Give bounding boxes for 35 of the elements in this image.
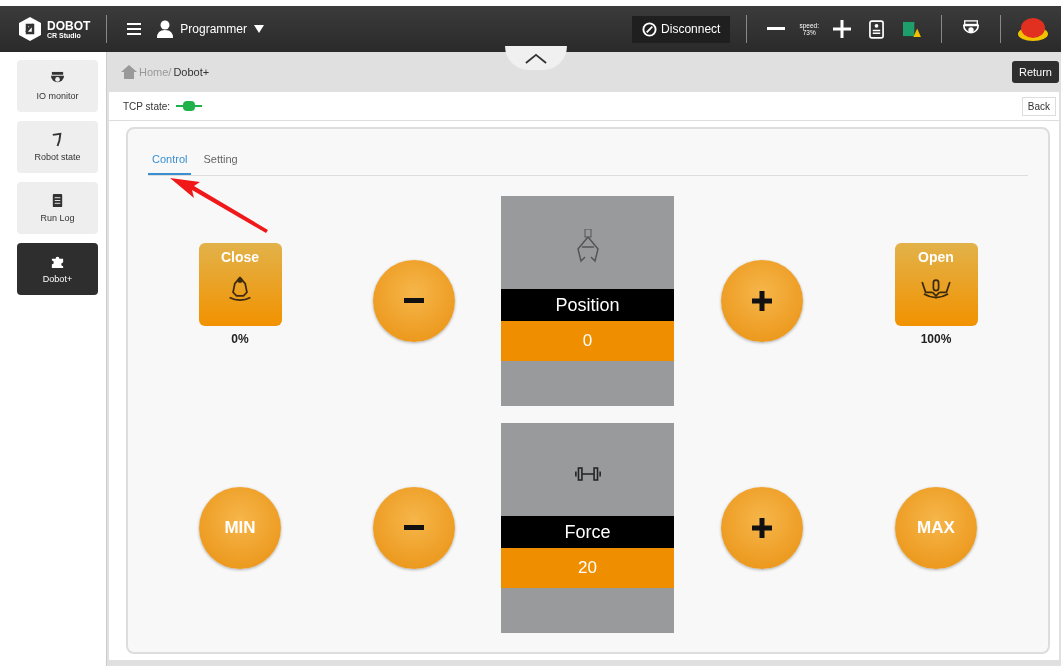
display-value: 20: [501, 548, 674, 588]
sidebar-item[interactable]: Run Log: [17, 182, 98, 234]
plus-icon: [752, 291, 772, 311]
dumbbell-icon: [574, 464, 601, 483]
collapse-button[interactable]: [505, 46, 567, 70]
emergency-stop-button[interactable]: [1017, 16, 1049, 42]
minus-icon: [404, 525, 424, 531]
logo-icon: [18, 16, 42, 42]
breadcrumb-current: Dobot+: [173, 66, 210, 78]
tab[interactable]: Setting: [199, 149, 242, 175]
sidebar-item[interactable]: Dobot+: [17, 243, 98, 295]
plus-button[interactable]: [721, 260, 803, 342]
puzzle-icon: [50, 254, 65, 269]
notebook-icon: [50, 193, 65, 208]
percent-label: 0%: [231, 331, 249, 346]
plus-icon: [752, 518, 772, 538]
sidebar-item[interactable]: Robot state: [17, 121, 98, 173]
home-icon: [121, 65, 137, 79]
link-icon: [642, 21, 658, 37]
display-label: Force: [501, 516, 674, 548]
display-value: 0: [501, 321, 674, 361]
tcp-state-label: TCP state:: [123, 100, 171, 112]
user-menu[interactable]: Programmer: [155, 18, 267, 40]
display-label: Position: [501, 289, 674, 321]
brand-name: DOBOT: [47, 19, 91, 32]
sidebar-item[interactable]: IO monitor: [17, 60, 98, 112]
disconnect-button[interactable]: Disconnect: [632, 15, 731, 43]
back-button[interactable]: Back: [1021, 96, 1056, 116]
user-icon: [157, 20, 174, 38]
chevron-up-icon: [524, 52, 548, 64]
caret-icon: [254, 25, 265, 33]
minus-icon: [404, 298, 424, 304]
return-button[interactable]: Return: [1011, 61, 1059, 83]
plus-button[interactable]: [721, 487, 803, 569]
percent-label: 100%: [920, 331, 952, 346]
